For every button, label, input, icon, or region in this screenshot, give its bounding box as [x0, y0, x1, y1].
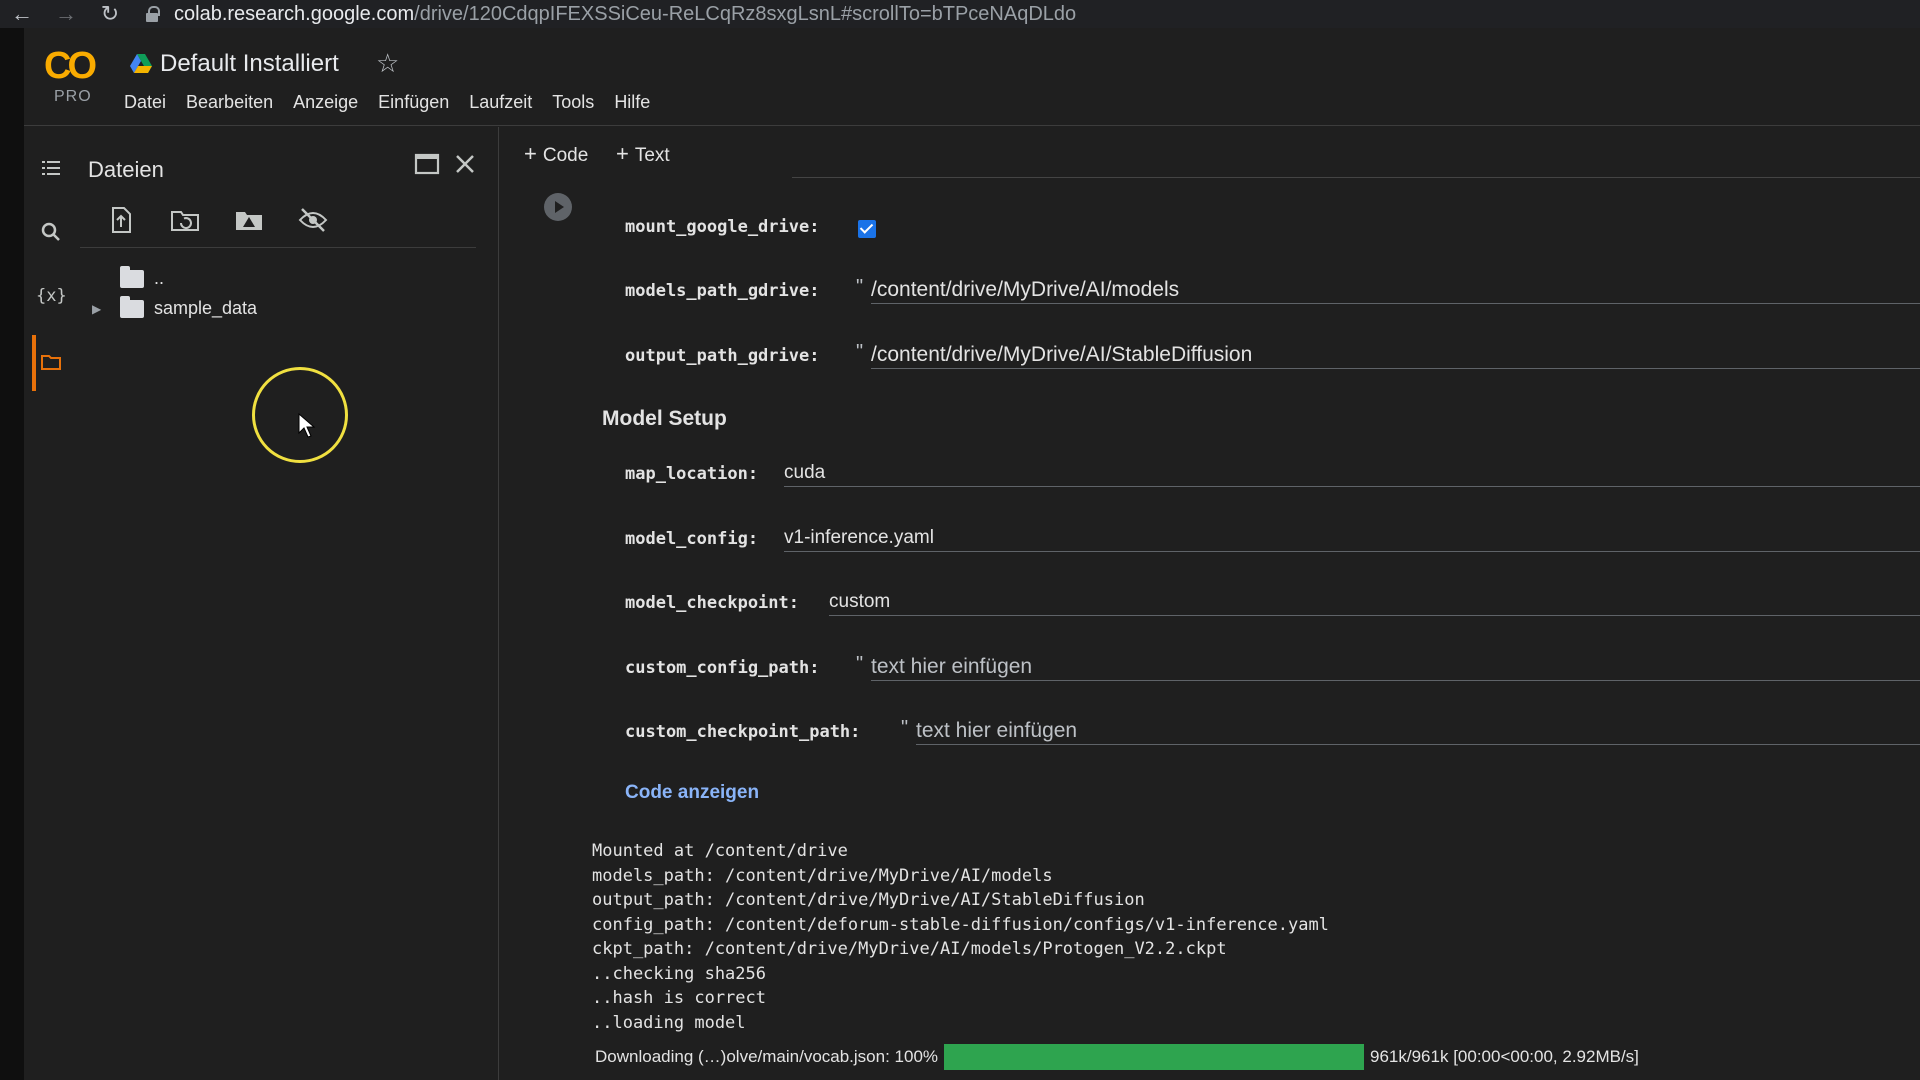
tree-item-parent[interactable]: ..	[92, 265, 165, 289]
custom-checkpoint-path-input[interactable]	[916, 717, 1920, 745]
add-text-button[interactable]: + Text	[616, 141, 670, 167]
menu-laufzeit[interactable]: Laufzeit	[469, 92, 532, 113]
upload-file-icon[interactable]	[104, 203, 138, 237]
model-checkpoint-label: model_checkpoint:	[625, 593, 799, 613]
menu-bar: Datei Bearbeiten Anzeige Einfügen Laufze…	[124, 92, 670, 113]
lock-icon	[146, 6, 160, 22]
mount-drive-icon[interactable]	[232, 203, 266, 237]
custom-config-path-input[interactable]	[871, 653, 1920, 681]
colab-logo-mark: CO	[44, 45, 97, 87]
cell-output: Mounted at /content/drive models_path: /c…	[592, 839, 1329, 1035]
models-path-label: models_path_gdrive:	[625, 281, 820, 301]
folder-icon	[120, 295, 144, 318]
menu-tools[interactable]: Tools	[552, 92, 594, 113]
variables-icon[interactable]: {x}	[36, 281, 67, 311]
model-config-input[interactable]	[784, 524, 1920, 552]
models-path-input[interactable]	[871, 276, 1920, 304]
add-code-label: Code	[542, 145, 589, 166]
output-line: config_path: /content/deforum-stable-dif…	[592, 914, 1329, 935]
files-panel-title: Dateien	[88, 157, 164, 182]
notebook-title[interactable]: Default Installiert	[160, 50, 339, 78]
star-icon[interactable]: ☆	[376, 48, 399, 79]
notebook-toolbar: + Code + Text	[500, 127, 1920, 179]
refresh-folder-icon[interactable]	[168, 203, 202, 237]
menu-einfuegen[interactable]: Einfügen	[378, 92, 449, 113]
reload-icon[interactable]: ↻	[88, 0, 132, 28]
custom-checkpoint-path-label: custom_checkpoint_path:	[625, 722, 861, 742]
mount-google-drive-label: mount_google_drive:	[625, 217, 820, 237]
menu-anzeige[interactable]: Anzeige	[293, 92, 358, 113]
toolbar-divider	[792, 177, 1920, 178]
string-quote-mark: "	[901, 717, 909, 739]
progress-bar-fill	[944, 1044, 1365, 1070]
show-code-link[interactable]: Code anzeigen	[625, 782, 759, 804]
add-text-label: Text	[634, 145, 670, 166]
plus-icon: +	[616, 141, 629, 166]
output-path-label: output_path_gdrive:	[625, 346, 820, 366]
progress-label: Downloading (…)olve/main/vocab.json: 100…	[595, 1047, 939, 1066]
output-line: models_path: /content/drive/MyDrive/AI/m…	[592, 865, 1053, 886]
window-edge	[0, 28, 24, 1080]
files-panel: Dateien .. ▶ sample_data	[80, 127, 499, 1080]
folder-up-icon	[120, 265, 144, 288]
model-checkpoint-input[interactable]	[829, 588, 1920, 616]
url-path: /drive/120CdqpIFEXSSiCeu-ReLCqRz8sxgLsnL…	[414, 2, 1077, 25]
string-quote-mark: "	[856, 653, 864, 675]
output-line: Mounted at /content/drive	[592, 841, 848, 861]
open-in-tab-icon[interactable]	[410, 147, 444, 181]
hide-files-icon[interactable]	[296, 203, 330, 237]
menu-hilfe[interactable]: Hilfe	[614, 92, 650, 113]
string-quote-mark: "	[856, 276, 864, 298]
custom-config-path-label: custom_config_path:	[625, 658, 820, 678]
progress-bar	[944, 1044, 1365, 1070]
tree-item-sample-data[interactable]: ▶ sample_data	[92, 295, 258, 319]
menu-bearbeiten[interactable]: Bearbeiten	[186, 92, 273, 113]
browser-url-bar: ← → ↻ colab.research.google.com/drive/12…	[0, 0, 1920, 28]
map-location-label: map_location:	[625, 464, 759, 484]
tree-item-label: sample_data	[154, 298, 258, 318]
mouse-pointer-icon	[298, 413, 316, 438]
plus-icon: +	[524, 141, 537, 166]
add-code-button[interactable]: + Code	[524, 141, 588, 167]
pro-badge: PRO	[54, 88, 92, 105]
output-line: ..loading model	[592, 1012, 746, 1033]
output-path-input[interactable]	[871, 341, 1920, 369]
run-cell-button[interactable]	[544, 193, 572, 221]
output-line: ckpt_path: /content/drive/MyDrive/AI/mod…	[592, 939, 1227, 959]
chevron-right-icon[interactable]: ▶	[92, 302, 106, 316]
search-icon[interactable]	[36, 217, 66, 247]
map-location-input[interactable]	[784, 459, 1920, 487]
close-icon[interactable]	[448, 147, 482, 181]
download-progress: Downloading (…)olve/main/vocab.json: 100…	[595, 1044, 1639, 1070]
model-config-label: model_config:	[625, 529, 759, 549]
section-model-setup: Model Setup	[602, 407, 727, 430]
forward-arrow-icon[interactable]: →	[44, 0, 88, 28]
string-quote-mark: "	[856, 341, 864, 363]
panel-divider	[80, 247, 476, 248]
address-field[interactable]: colab.research.google.com/drive/120CdqpI…	[174, 3, 1076, 26]
google-drive-icon	[130, 54, 152, 73]
output-line: ..checking sha256	[592, 963, 766, 984]
tree-item-label: ..	[154, 268, 165, 288]
colab-header: CO PRO Default Installiert ☆ Datei Bearb…	[24, 28, 1920, 126]
menu-datei[interactable]: Datei	[124, 92, 166, 113]
output-line: output_path: /content/drive/MyDrive/AI/S…	[592, 890, 1145, 910]
folder-icon[interactable]	[36, 347, 66, 377]
sidebar-rail: {x}	[24, 127, 80, 1080]
table-of-contents-icon[interactable]	[36, 153, 66, 183]
mount-google-drive-checkbox[interactable]	[858, 220, 876, 238]
progress-stats: 961k/961k [00:00<00:00, 2.92MB/s]	[1370, 1047, 1639, 1066]
back-arrow-icon[interactable]: ←	[0, 0, 44, 28]
output-line: ..hash is correct	[592, 988, 766, 1008]
url-host: colab.research.google.com	[174, 2, 415, 25]
colab-logo[interactable]: CO PRO	[44, 45, 104, 106]
